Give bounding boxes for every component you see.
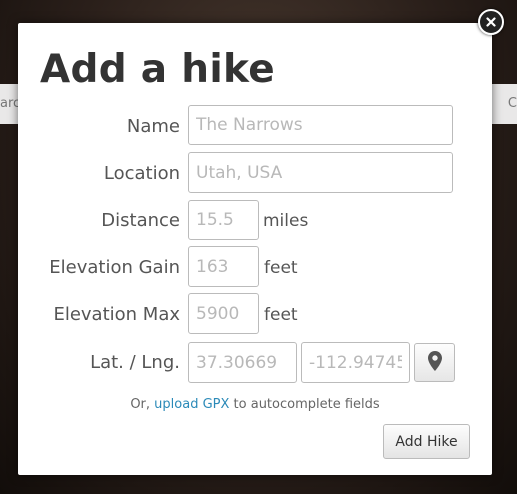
lat-lng-label: Lat. / Lng.	[90, 352, 180, 373]
longitude-input[interactable]	[301, 342, 410, 383]
elevation-max-unit: feet	[264, 305, 298, 325]
gpx-upload-hint: Or, upload GPX to autocomplete fields	[18, 397, 492, 412]
distance-input[interactable]	[188, 200, 259, 240]
name-label: Name	[126, 116, 180, 137]
upload-gpx-link[interactable]: upload GPX	[154, 397, 229, 412]
latitude-input[interactable]	[188, 342, 297, 383]
distance-unit: miles	[263, 211, 309, 231]
location-label: Location	[103, 163, 180, 184]
distance-label: Distance	[101, 210, 180, 231]
elevation-max-label: Elevation Max	[53, 304, 180, 325]
elevation-gain-label: Elevation Gain	[49, 257, 180, 278]
location-input[interactable]	[188, 152, 453, 193]
add-hike-button[interactable]: Add Hike	[383, 424, 470, 459]
background-nav-right-text: C	[507, 96, 517, 111]
close-modal-button[interactable]	[478, 9, 504, 35]
add-hike-modal: Add a hike Name Location Distance miles …	[18, 23, 492, 475]
modal-title: Add a hike	[40, 47, 275, 92]
elevation-gain-input[interactable]	[188, 246, 259, 287]
hint-prefix: Or,	[130, 397, 155, 412]
name-input[interactable]	[188, 105, 453, 145]
locate-button[interactable]	[414, 343, 455, 382]
close-icon	[486, 17, 496, 27]
elevation-gain-unit: feet	[264, 258, 298, 278]
elevation-max-input[interactable]	[188, 293, 259, 334]
hint-suffix: to autocomplete fields	[229, 397, 380, 412]
map-marker-icon	[427, 351, 442, 374]
